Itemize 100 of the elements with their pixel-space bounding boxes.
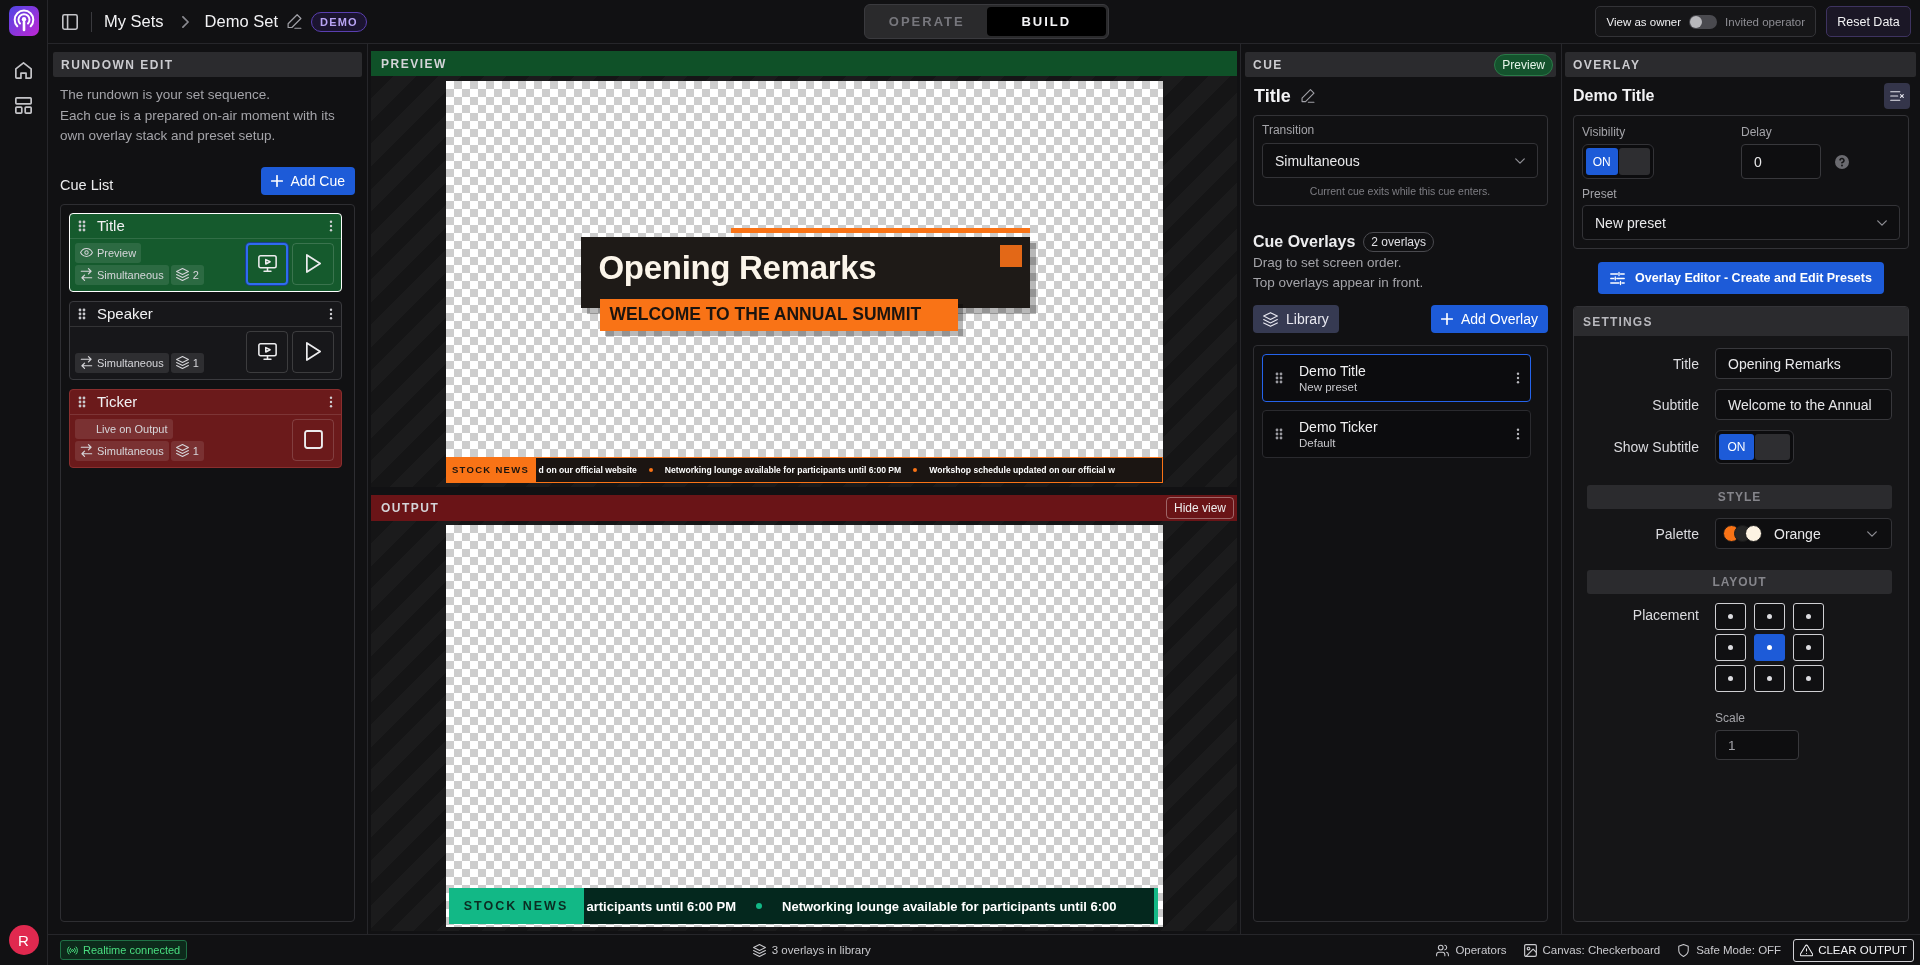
field-label: Delay <box>1741 125 1772 139</box>
breadcrumb-link[interactable]: My Sets <box>104 12 164 31</box>
toggle-switch[interactable] <box>1689 14 1718 29</box>
panel-title: CUE <box>1253 57 1283 72</box>
image-icon[interactable] <box>1523 943 1537 957</box>
stop-button[interactable] <box>292 418 334 461</box>
chevron-right-icon <box>181 15 189 28</box>
more-icon[interactable] <box>1516 428 1520 440</box>
overlay-editor-button[interactable]: Overlay Editor - Create and Edit Presets <box>1598 262 1884 294</box>
palette-select[interactable]: Orange <box>1715 518 1892 549</box>
section-title: Cue List <box>60 176 114 193</box>
library-button[interactable]: Library <box>1253 305 1339 333</box>
sliders-icon <box>1610 270 1626 286</box>
transition-select[interactable]: Simultaneous <box>1262 143 1538 178</box>
preview-button[interactable] <box>246 242 288 285</box>
ticker-item: Networking lounge available for participants until 6:00 <box>782 898 1117 914</box>
home-icon[interactable] <box>15 62 32 79</box>
broadcast-icon <box>67 944 78 956</box>
overlay-preset: Default <box>1299 437 1336 449</box>
swap-arrows-icon <box>80 356 93 369</box>
field-label: Scale <box>1715 711 1746 725</box>
overlay-count: 2 <box>192 268 199 281</box>
pencil-icon[interactable] <box>1300 89 1315 103</box>
ticker-item: Workshop schedule updated on our official w <box>929 464 1115 475</box>
cue-card[interactable]: Speaker Simultaneous 1 <box>69 300 342 380</box>
drag-handle-icon[interactable] <box>78 395 86 408</box>
preset-select[interactable]: New preset <box>1582 205 1900 240</box>
monitor-title: PREVIEW <box>381 56 447 71</box>
cue-name: Title <box>97 217 126 234</box>
panel-header: OVERLAY <box>1565 52 1916 77</box>
bullet-icon <box>913 467 918 472</box>
more-icon[interactable] <box>1516 372 1520 384</box>
help-icon[interactable] <box>1835 154 1849 169</box>
setting-label: Subtitle <box>1652 396 1699 413</box>
status-label: Live on Output <box>96 422 168 435</box>
shield-icon[interactable] <box>1677 943 1691 957</box>
play-button[interactable] <box>292 242 334 285</box>
transition-label: Simultaneous <box>97 268 164 281</box>
clear-list-button[interactable] <box>1884 83 1910 109</box>
scale-field[interactable]: 1 <box>1715 730 1799 760</box>
dot-icon <box>1767 614 1772 619</box>
dot-icon <box>1806 645 1811 650</box>
overlay-item[interactable]: Demo Title New preset <box>1262 354 1531 402</box>
setting-label: Placement <box>1632 607 1699 623</box>
cue-card[interactable]: Ticker Live on Output Simultaneous 1 <box>69 388 342 468</box>
sidebar-toggle-icon[interactable] <box>62 13 78 30</box>
stop-icon <box>303 430 323 449</box>
ticker-item: Networking lounge available for participants until 6:00 PM <box>664 464 902 475</box>
clear-output-button[interactable]: CLEAR OUTPUT <box>1793 938 1914 962</box>
bullet-icon <box>648 467 653 472</box>
cue-name: Speaker <box>97 305 154 322</box>
section-title: Cue Overlays <box>1253 233 1356 251</box>
delay-field[interactable]: 0 <box>1741 144 1821 179</box>
play-button[interactable] <box>292 330 334 373</box>
cue-card[interactable]: Title Preview Simultaneous 2 <box>69 212 342 292</box>
status-item[interactable]: Safe Mode: OFF <box>1696 944 1782 956</box>
visibility-toggle[interactable]: ON <box>1582 144 1654 179</box>
user-avatar[interactable]: R <box>8 925 39 955</box>
dot-icon <box>1728 645 1733 650</box>
add-overlay-button[interactable]: Add Overlay <box>1430 305 1548 333</box>
overlay-name: Demo Ticker <box>1299 419 1378 435</box>
add-cue-button[interactable]: Add Cue <box>260 166 355 195</box>
text-field[interactable]: Welcome to the Annual <box>1715 389 1892 420</box>
demo-badge: DEMO <box>311 11 367 32</box>
users-icon[interactable] <box>1436 943 1450 957</box>
pencil-icon[interactable] <box>287 14 302 29</box>
help-text: Top overlays appear in front. <box>1253 274 1425 292</box>
overlay-preset: New preset <box>1299 381 1358 393</box>
operator-label: Invited operator <box>1725 15 1805 28</box>
monitor-title: OUTPUT <box>381 501 440 515</box>
hide-view-button[interactable]: Hide view <box>1165 497 1234 519</box>
setting-label: Palette <box>1655 525 1699 542</box>
dot-icon <box>1767 645 1772 650</box>
dot-icon <box>1728 676 1733 681</box>
play-icon <box>303 254 323 273</box>
reset-data-button[interactable]: Reset Data <box>1826 6 1911 37</box>
more-icon[interactable] <box>329 219 333 232</box>
panel-header: RUNDOWN EDIT <box>53 52 362 77</box>
chevron-down-icon <box>1877 219 1887 226</box>
cue-title: Title <box>1254 85 1291 107</box>
text-field[interactable]: Opening Remarks <box>1715 348 1892 379</box>
square-icon <box>999 244 1022 267</box>
drag-handle-icon[interactable] <box>78 219 86 232</box>
status-item[interactable]: Operators <box>1455 944 1507 956</box>
status-item[interactable]: Canvas: Checkerboard <box>1542 944 1661 956</box>
drag-handle-icon[interactable] <box>1275 428 1283 440</box>
section-header: SETTINGS <box>1574 307 1908 336</box>
overlay-item[interactable]: Demo Ticker Default <box>1262 410 1531 458</box>
field-label: Preset <box>1582 187 1618 201</box>
drag-handle-icon[interactable] <box>1275 372 1283 384</box>
description-text: The rundown is your set sequence. <box>60 86 272 104</box>
subtitle-toggle[interactable]: ON <box>1715 430 1794 464</box>
help-text: Drag to set screen order. <box>1253 254 1403 272</box>
drag-handle-icon[interactable] <box>78 307 86 320</box>
more-icon[interactable] <box>329 395 333 408</box>
layers-icon <box>1263 311 1278 327</box>
logo-icon[interactable] <box>8 6 39 36</box>
mode-tab[interactable]: BUILD <box>986 7 1106 36</box>
more-icon[interactable] <box>329 307 333 320</box>
dashboard-icon[interactable] <box>15 97 32 114</box>
